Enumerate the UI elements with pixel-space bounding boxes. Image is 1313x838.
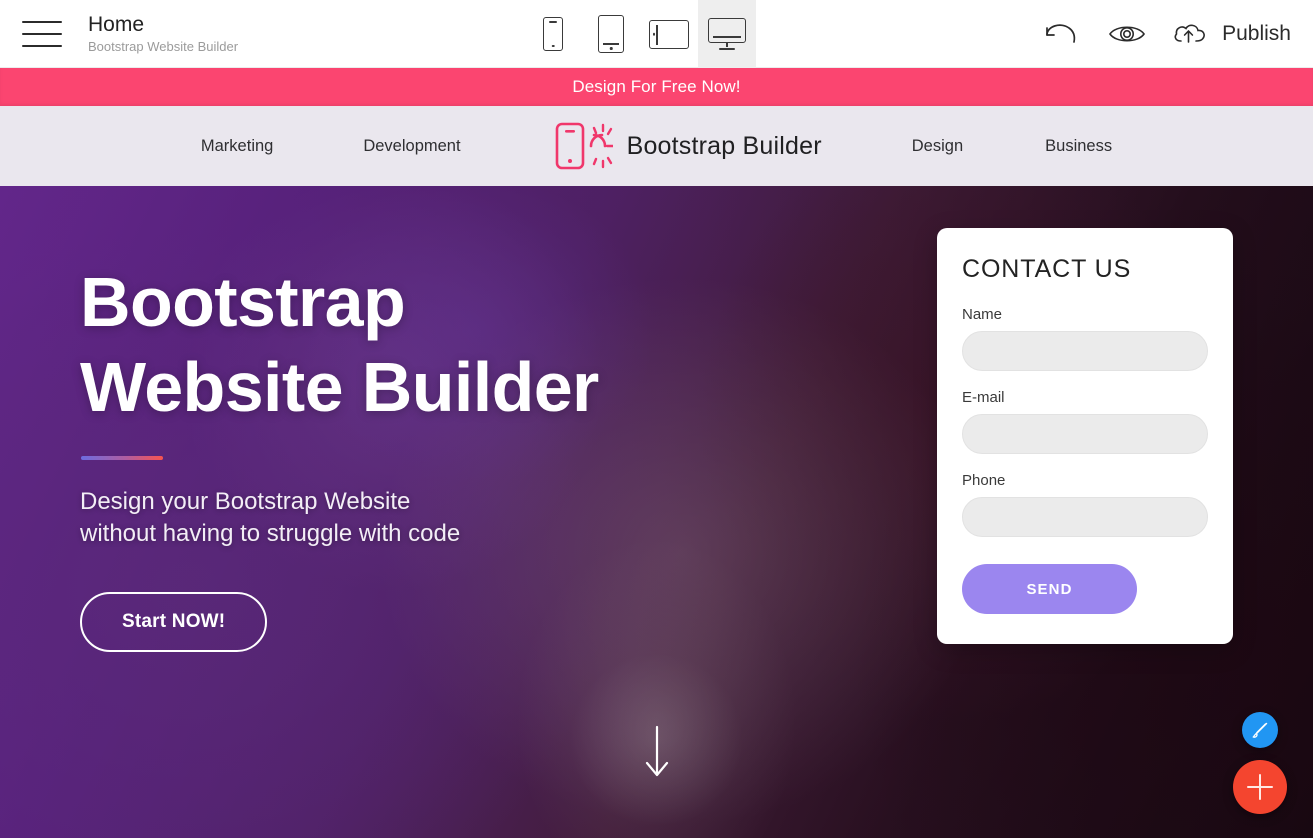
nav-link-design[interactable]: Design bbox=[912, 137, 963, 156]
eye-preview-icon bbox=[1109, 26, 1146, 42]
cloud-upload-icon bbox=[1174, 24, 1205, 43]
scroll-down-button[interactable] bbox=[642, 725, 672, 786]
email-input[interactable] bbox=[962, 414, 1208, 454]
hero-cta-button[interactable]: Start NOW! bbox=[80, 592, 268, 652]
undo-button[interactable] bbox=[1039, 12, 1083, 56]
publish-label: Publish bbox=[1222, 22, 1291, 45]
publish-button[interactable]: Publish bbox=[1171, 20, 1295, 48]
email-field-label: E-mail bbox=[962, 389, 1005, 406]
phone-field-label: Phone bbox=[962, 472, 1006, 489]
floating-action-buttons bbox=[1233, 712, 1287, 814]
page-title: Home bbox=[88, 13, 145, 36]
device-preview-switcher bbox=[524, 0, 756, 68]
hero-divider bbox=[81, 456, 163, 460]
phone-rays-logo-icon bbox=[555, 122, 613, 170]
desktop-monitor-icon bbox=[708, 18, 746, 50]
paintbrush-icon bbox=[1252, 722, 1268, 738]
name-field-label: Name bbox=[962, 306, 1003, 323]
site-navbar: Marketing Development Bootstrap Builder … bbox=[0, 106, 1313, 186]
nav-links-right: Design Business bbox=[912, 137, 1112, 156]
tablet-landscape-icon bbox=[649, 19, 689, 49]
hamburger-menu-icon[interactable] bbox=[22, 17, 66, 51]
send-button[interactable]: SEND bbox=[962, 564, 1137, 614]
device-tablet-landscape-button[interactable] bbox=[640, 0, 698, 68]
site-brand-name: Bootstrap Builder bbox=[626, 131, 822, 160]
hero-section: Bootstrap Website Builder Design your Bo… bbox=[0, 186, 1313, 838]
scroll-down-arrow-icon bbox=[645, 725, 668, 777]
hero-title-line-2: Website Builder bbox=[80, 348, 599, 426]
phone-input[interactable] bbox=[962, 497, 1208, 537]
promo-banner[interactable]: Design For Free Now! bbox=[0, 68, 1313, 106]
contact-form-title: CONTACT US bbox=[962, 255, 1132, 283]
hamburger-bar bbox=[22, 44, 62, 47]
hero-subtitle: Design your Bootstrap Website without ha… bbox=[80, 486, 720, 550]
device-mobile-button[interactable] bbox=[524, 0, 582, 68]
hamburger-bar bbox=[22, 20, 62, 23]
app-toolbar-actions: Publish bbox=[1039, 0, 1295, 68]
name-input[interactable] bbox=[962, 331, 1208, 371]
site-brand[interactable]: Bootstrap Builder bbox=[551, 118, 822, 174]
app-toolbar: Home Bootstrap Website Builder Publish bbox=[0, 0, 1313, 68]
edit-style-fab[interactable] bbox=[1242, 712, 1278, 748]
tablet-portrait-icon bbox=[598, 15, 624, 53]
device-tablet-portrait-button[interactable] bbox=[582, 0, 640, 68]
page-title-group: Home Bootstrap Website Builder bbox=[88, 12, 238, 55]
nav-links-left: Marketing Development bbox=[201, 137, 461, 156]
plus-icon bbox=[1247, 786, 1273, 788]
nav-link-development[interactable]: Development bbox=[363, 137, 460, 156]
device-desktop-button[interactable] bbox=[698, 0, 756, 68]
hero-title-line-1: Bootstrap bbox=[80, 263, 406, 341]
hero-content: Bootstrap Website Builder Design your Bo… bbox=[80, 260, 720, 652]
nav-link-business[interactable]: Business bbox=[1045, 137, 1112, 156]
hero-subtitle-line-1: Design your Bootstrap Website bbox=[80, 488, 411, 515]
add-block-fab[interactable] bbox=[1233, 760, 1287, 814]
hero-title: Bootstrap Website Builder bbox=[80, 260, 720, 430]
page-subtitle: Bootstrap Website Builder bbox=[88, 39, 239, 54]
mobile-phone-icon bbox=[543, 17, 563, 51]
hero-subtitle-line-2: without having to struggle with code bbox=[80, 520, 461, 547]
contact-form-card: CONTACT US Name E-mail Phone SEND bbox=[937, 228, 1233, 644]
nav-link-marketing[interactable]: Marketing bbox=[201, 137, 273, 156]
undo-arrow-icon bbox=[1046, 24, 1076, 43]
promo-banner-text: Design For Free Now! bbox=[572, 77, 741, 96]
preview-button[interactable] bbox=[1105, 12, 1149, 56]
hamburger-bar bbox=[22, 32, 62, 35]
